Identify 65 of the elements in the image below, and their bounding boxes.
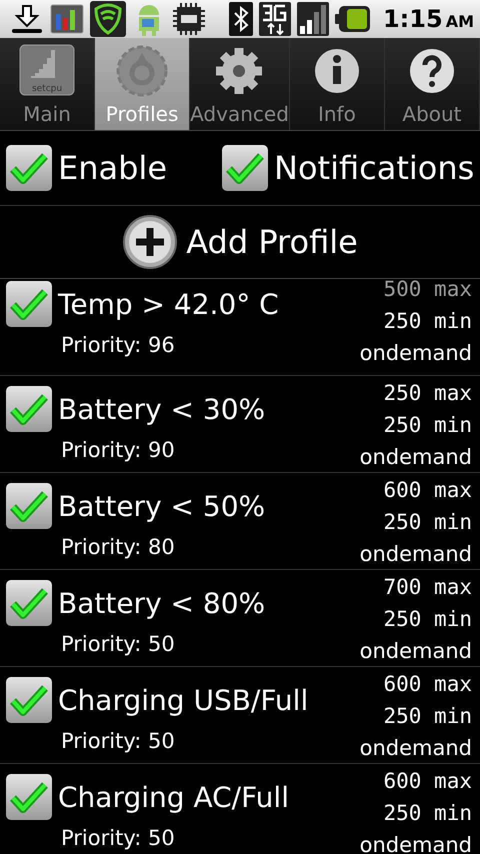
profile-priority: Priority: 50 <box>61 729 176 753</box>
max-frequency: 600 max <box>383 477 472 504</box>
profile-name: Charging AC/Full <box>58 780 289 814</box>
mobile-data-icon <box>258 2 291 36</box>
governor: ondemand <box>360 638 472 665</box>
profile-name: Temp > 42.0° C <box>58 288 279 320</box>
governor: ondemand <box>360 832 472 853</box>
checkmark-icon <box>226 151 264 185</box>
min-frequency: 250 min <box>383 606 472 633</box>
checkbox-label: Notifications <box>274 149 474 187</box>
signal-icon <box>296 2 329 36</box>
min-frequency: 250 min <box>383 800 472 827</box>
min-frequency: 250 min <box>383 308 472 335</box>
profile-priority: Priority: 50 <box>61 632 176 656</box>
checkmark-icon <box>10 586 48 620</box>
download-icon <box>10 4 44 34</box>
checked-checkbox[interactable] <box>6 677 52 723</box>
checked-checkbox[interactable] <box>6 774 52 820</box>
governor: ondemand <box>360 735 472 762</box>
max-frequency: 600 max <box>383 671 472 698</box>
profile-priority: Priority: 80 <box>61 535 176 559</box>
checkmark-icon <box>10 683 48 717</box>
max-frequency: 500 max <box>383 279 472 303</box>
tab[interactable]: Profiles <box>95 38 190 130</box>
checkmark-icon <box>10 392 48 426</box>
logo-text: setcpu <box>30 84 64 94</box>
profile-priority: Priority: 50 <box>61 826 176 850</box>
chip-icon <box>172 2 206 36</box>
battery-icon <box>334 5 371 33</box>
min-frequency: 250 min <box>383 412 472 439</box>
profile-name: Battery < 80% <box>58 586 266 620</box>
clock: 1:15 AM <box>382 5 474 33</box>
checkmark-icon <box>10 151 48 185</box>
profile-priority: Priority: 96 <box>61 333 176 357</box>
chart-logo-icon <box>19 44 76 96</box>
profile-name: Battery < 50% <box>58 490 266 522</box>
checkmark-icon <box>10 780 48 814</box>
profile-name: Battery < 30% <box>58 392 266 426</box>
tab[interactable]: setcpu Main <box>0 38 96 130</box>
governor: ondemand <box>360 340 472 367</box>
max-frequency: 700 max <box>383 574 472 601</box>
bluetooth-icon <box>228 2 253 36</box>
governor: ondemand <box>360 541 472 568</box>
tab[interactable]: About <box>384 38 480 130</box>
profile-priority: Priority: 90 <box>61 438 176 462</box>
shield-icon <box>90 1 126 37</box>
governor: ondemand <box>360 444 472 471</box>
checked-checkbox[interactable] <box>6 281 52 327</box>
checkmark-icon <box>10 489 48 523</box>
max-frequency: 600 max <box>383 768 472 795</box>
checked-checkbox[interactable] <box>6 580 52 626</box>
max-frequency: 250 max <box>383 380 472 407</box>
min-frequency: 250 min <box>383 703 472 730</box>
checked-checkbox[interactable] <box>6 145 52 191</box>
profile-name: Charging USB/Full <box>58 684 308 716</box>
checked-checkbox[interactable] <box>6 386 52 432</box>
plus-icon <box>122 214 178 270</box>
checkmark-icon <box>10 287 48 321</box>
checkbox-label: Enable <box>58 149 167 187</box>
bar-chart-icon <box>50 4 84 34</box>
min-frequency: 250 min <box>383 509 472 536</box>
tab[interactable]: Info <box>290 38 385 130</box>
checked-checkbox[interactable] <box>6 483 52 529</box>
checked-checkbox[interactable] <box>222 145 268 191</box>
tab[interactable]: Advanced <box>190 38 290 130</box>
